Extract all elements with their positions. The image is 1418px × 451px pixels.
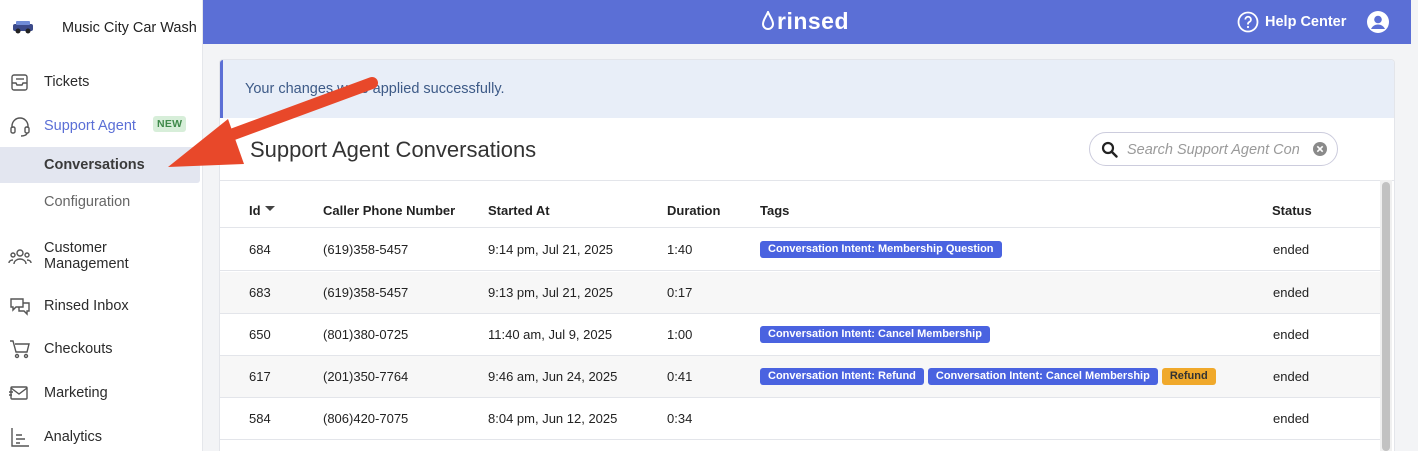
cell-status: ended bbox=[1273, 285, 1310, 300]
success-alert: Your changes were applied successfully. bbox=[220, 60, 1394, 118]
help-center-label: Help Center bbox=[1265, 14, 1347, 30]
cell-duration: 1:00 bbox=[667, 327, 693, 342]
sidebar-subitem-conversations[interactable]: Conversations bbox=[0, 147, 200, 183]
column-header-phone: Caller Phone Number bbox=[323, 203, 456, 218]
cart-icon bbox=[8, 337, 32, 361]
cell-duration: 0:41 bbox=[667, 369, 693, 384]
cell-started: 9:14 pm, Jul 21, 2025 bbox=[488, 242, 614, 257]
sidebar-item-label: Tickets bbox=[44, 74, 90, 90]
sidebar-subitem-configuration[interactable]: Configuration bbox=[0, 184, 200, 220]
help-center-link[interactable]: Help Center bbox=[1237, 11, 1346, 33]
sidebar-item-tickets[interactable]: Tickets bbox=[0, 70, 203, 94]
cell-phone: (806)420-7075 bbox=[323, 411, 409, 426]
logo-text: rinsed bbox=[777, 7, 850, 34]
cell-started: 11:40 am, Jul 9, 2025 bbox=[488, 327, 613, 342]
cell-phone: (201)350-7764 bbox=[323, 369, 409, 384]
cell-tags: Conversation Intent: Refund Conversation… bbox=[760, 368, 1216, 385]
page-scroll-gutter bbox=[1411, 0, 1418, 451]
brand-logo-icon bbox=[13, 21, 33, 34]
sidebar-item-label: Marketing bbox=[44, 385, 108, 401]
ticket-icon bbox=[8, 70, 32, 94]
cell-phone: (619)358-5457 bbox=[323, 285, 409, 300]
search-box[interactable] bbox=[1089, 132, 1338, 166]
sidebar: Music City Car Wash Tickets Support Agen… bbox=[0, 0, 203, 451]
cell-started: 9:46 am, Jun 24, 2025 bbox=[488, 369, 618, 384]
column-header-status: Status bbox=[1272, 203, 1312, 218]
sidebar-item-label: Customer Management bbox=[44, 240, 129, 272]
sidebar-item-label: Support Agent bbox=[44, 118, 136, 134]
user-avatar-icon[interactable] bbox=[1366, 10, 1390, 34]
scrollbar-thumb[interactable] bbox=[1382, 182, 1390, 451]
sidebar-item-label: Rinsed Inbox bbox=[44, 298, 129, 314]
sidebar-subitem-label: Configuration bbox=[44, 194, 131, 210]
cell-started: 9:13 pm, Jul 21, 2025 bbox=[488, 285, 614, 300]
tag-badge-refund: Refund bbox=[1161, 368, 1216, 385]
mail-icon bbox=[8, 381, 32, 405]
tag-badge: Conversation Intent: Cancel Membership bbox=[760, 326, 990, 343]
cell-phone: (619)358-5457 bbox=[323, 242, 409, 257]
cell-id: 650 bbox=[249, 327, 271, 342]
cell-id: 584 bbox=[249, 411, 271, 426]
cell-id: 684 bbox=[249, 242, 271, 257]
cell-tags: Conversation Intent: Cancel Membership bbox=[760, 326, 990, 343]
sidebar-item-label: Checkouts bbox=[44, 341, 113, 357]
table-scrollbar[interactable] bbox=[1380, 180, 1392, 451]
sidebar-item-rinsed-inbox[interactable]: Rinsed Inbox bbox=[0, 294, 203, 318]
cell-tags: Conversation Intent: Membership Question bbox=[760, 241, 1002, 258]
column-header-tags: Tags bbox=[760, 203, 790, 218]
top-bar: rinsed Help Center bbox=[203, 0, 1411, 44]
table-row[interactable]: 584 (806)420-7075 8:04 pm, Jun 12, 2025 … bbox=[220, 398, 1380, 440]
headset-icon bbox=[8, 114, 32, 138]
table-row[interactable]: 683 (619)358-5457 9:13 pm, Jul 21, 2025 … bbox=[220, 272, 1380, 314]
cell-id: 617 bbox=[249, 369, 271, 384]
droplet-icon bbox=[761, 11, 775, 30]
table-header: Id Caller Phone Number Started At Durati… bbox=[220, 181, 1380, 228]
sidebar-item-label: Analytics bbox=[44, 429, 103, 445]
column-header-started: Started At bbox=[488, 203, 550, 218]
table-row[interactable]: 650 (801)380-0725 11:40 am, Jul 9, 2025 … bbox=[220, 314, 1380, 356]
sidebar-item-customer-management[interactable]: Customer Management bbox=[0, 240, 203, 274]
search-icon bbox=[1101, 141, 1118, 158]
table-row[interactable]: 617 (201)350-7764 9:46 am, Jun 24, 2025 … bbox=[220, 356, 1380, 398]
page-title: Support Agent Conversations bbox=[250, 137, 537, 162]
cell-status: ended bbox=[1273, 242, 1310, 257]
cell-started: 8:04 pm, Jun 12, 2025 bbox=[488, 411, 618, 426]
chat-icon bbox=[8, 294, 32, 318]
alert-message: Your changes were applied successfully. bbox=[245, 81, 505, 97]
cell-duration: 0:17 bbox=[667, 285, 693, 300]
tag-badge: Conversation Intent: Cancel Membership bbox=[927, 368, 1158, 385]
column-header-id[interactable]: Id bbox=[249, 203, 261, 218]
column-header-duration: Duration bbox=[667, 203, 721, 218]
conversations-card: Your changes were applied successfully. … bbox=[219, 59, 1395, 451]
tag-badge: Conversation Intent: Refund bbox=[760, 368, 924, 385]
users-icon bbox=[8, 245, 32, 269]
search-input[interactable] bbox=[1127, 141, 1299, 159]
cell-status: ended bbox=[1273, 369, 1310, 384]
sidebar-item-support-agent[interactable]: Support Agent NEW bbox=[0, 114, 203, 138]
brand-name: Music City Car Wash bbox=[62, 20, 197, 36]
new-badge: NEW bbox=[153, 116, 187, 132]
clear-search-icon[interactable] bbox=[1312, 141, 1328, 157]
tag-badge: Conversation Intent: Membership Question bbox=[760, 241, 1002, 258]
cell-duration: 0:34 bbox=[667, 411, 693, 426]
sidebar-item-marketing[interactable]: Marketing bbox=[0, 381, 203, 405]
rinsed-logo[interactable]: rinsed bbox=[761, 7, 849, 35]
chart-icon bbox=[8, 425, 32, 449]
brand[interactable]: Music City Car Wash bbox=[0, 0, 203, 56]
table-row[interactable]: 684 (619)358-5457 9:14 pm, Jul 21, 2025 … bbox=[220, 229, 1380, 271]
sort-desc-icon[interactable] bbox=[265, 206, 275, 211]
cell-duration: 1:40 bbox=[667, 242, 693, 257]
cell-status: ended bbox=[1273, 411, 1310, 426]
cell-status: ended bbox=[1273, 327, 1310, 342]
cell-phone: (801)380-0725 bbox=[323, 327, 409, 342]
sidebar-item-checkouts[interactable]: Checkouts bbox=[0, 337, 203, 361]
sidebar-item-analytics[interactable]: Analytics bbox=[0, 425, 203, 449]
question-icon bbox=[1237, 11, 1259, 33]
cell-id: 683 bbox=[249, 285, 271, 300]
sidebar-subitem-label: Conversations bbox=[44, 157, 145, 173]
